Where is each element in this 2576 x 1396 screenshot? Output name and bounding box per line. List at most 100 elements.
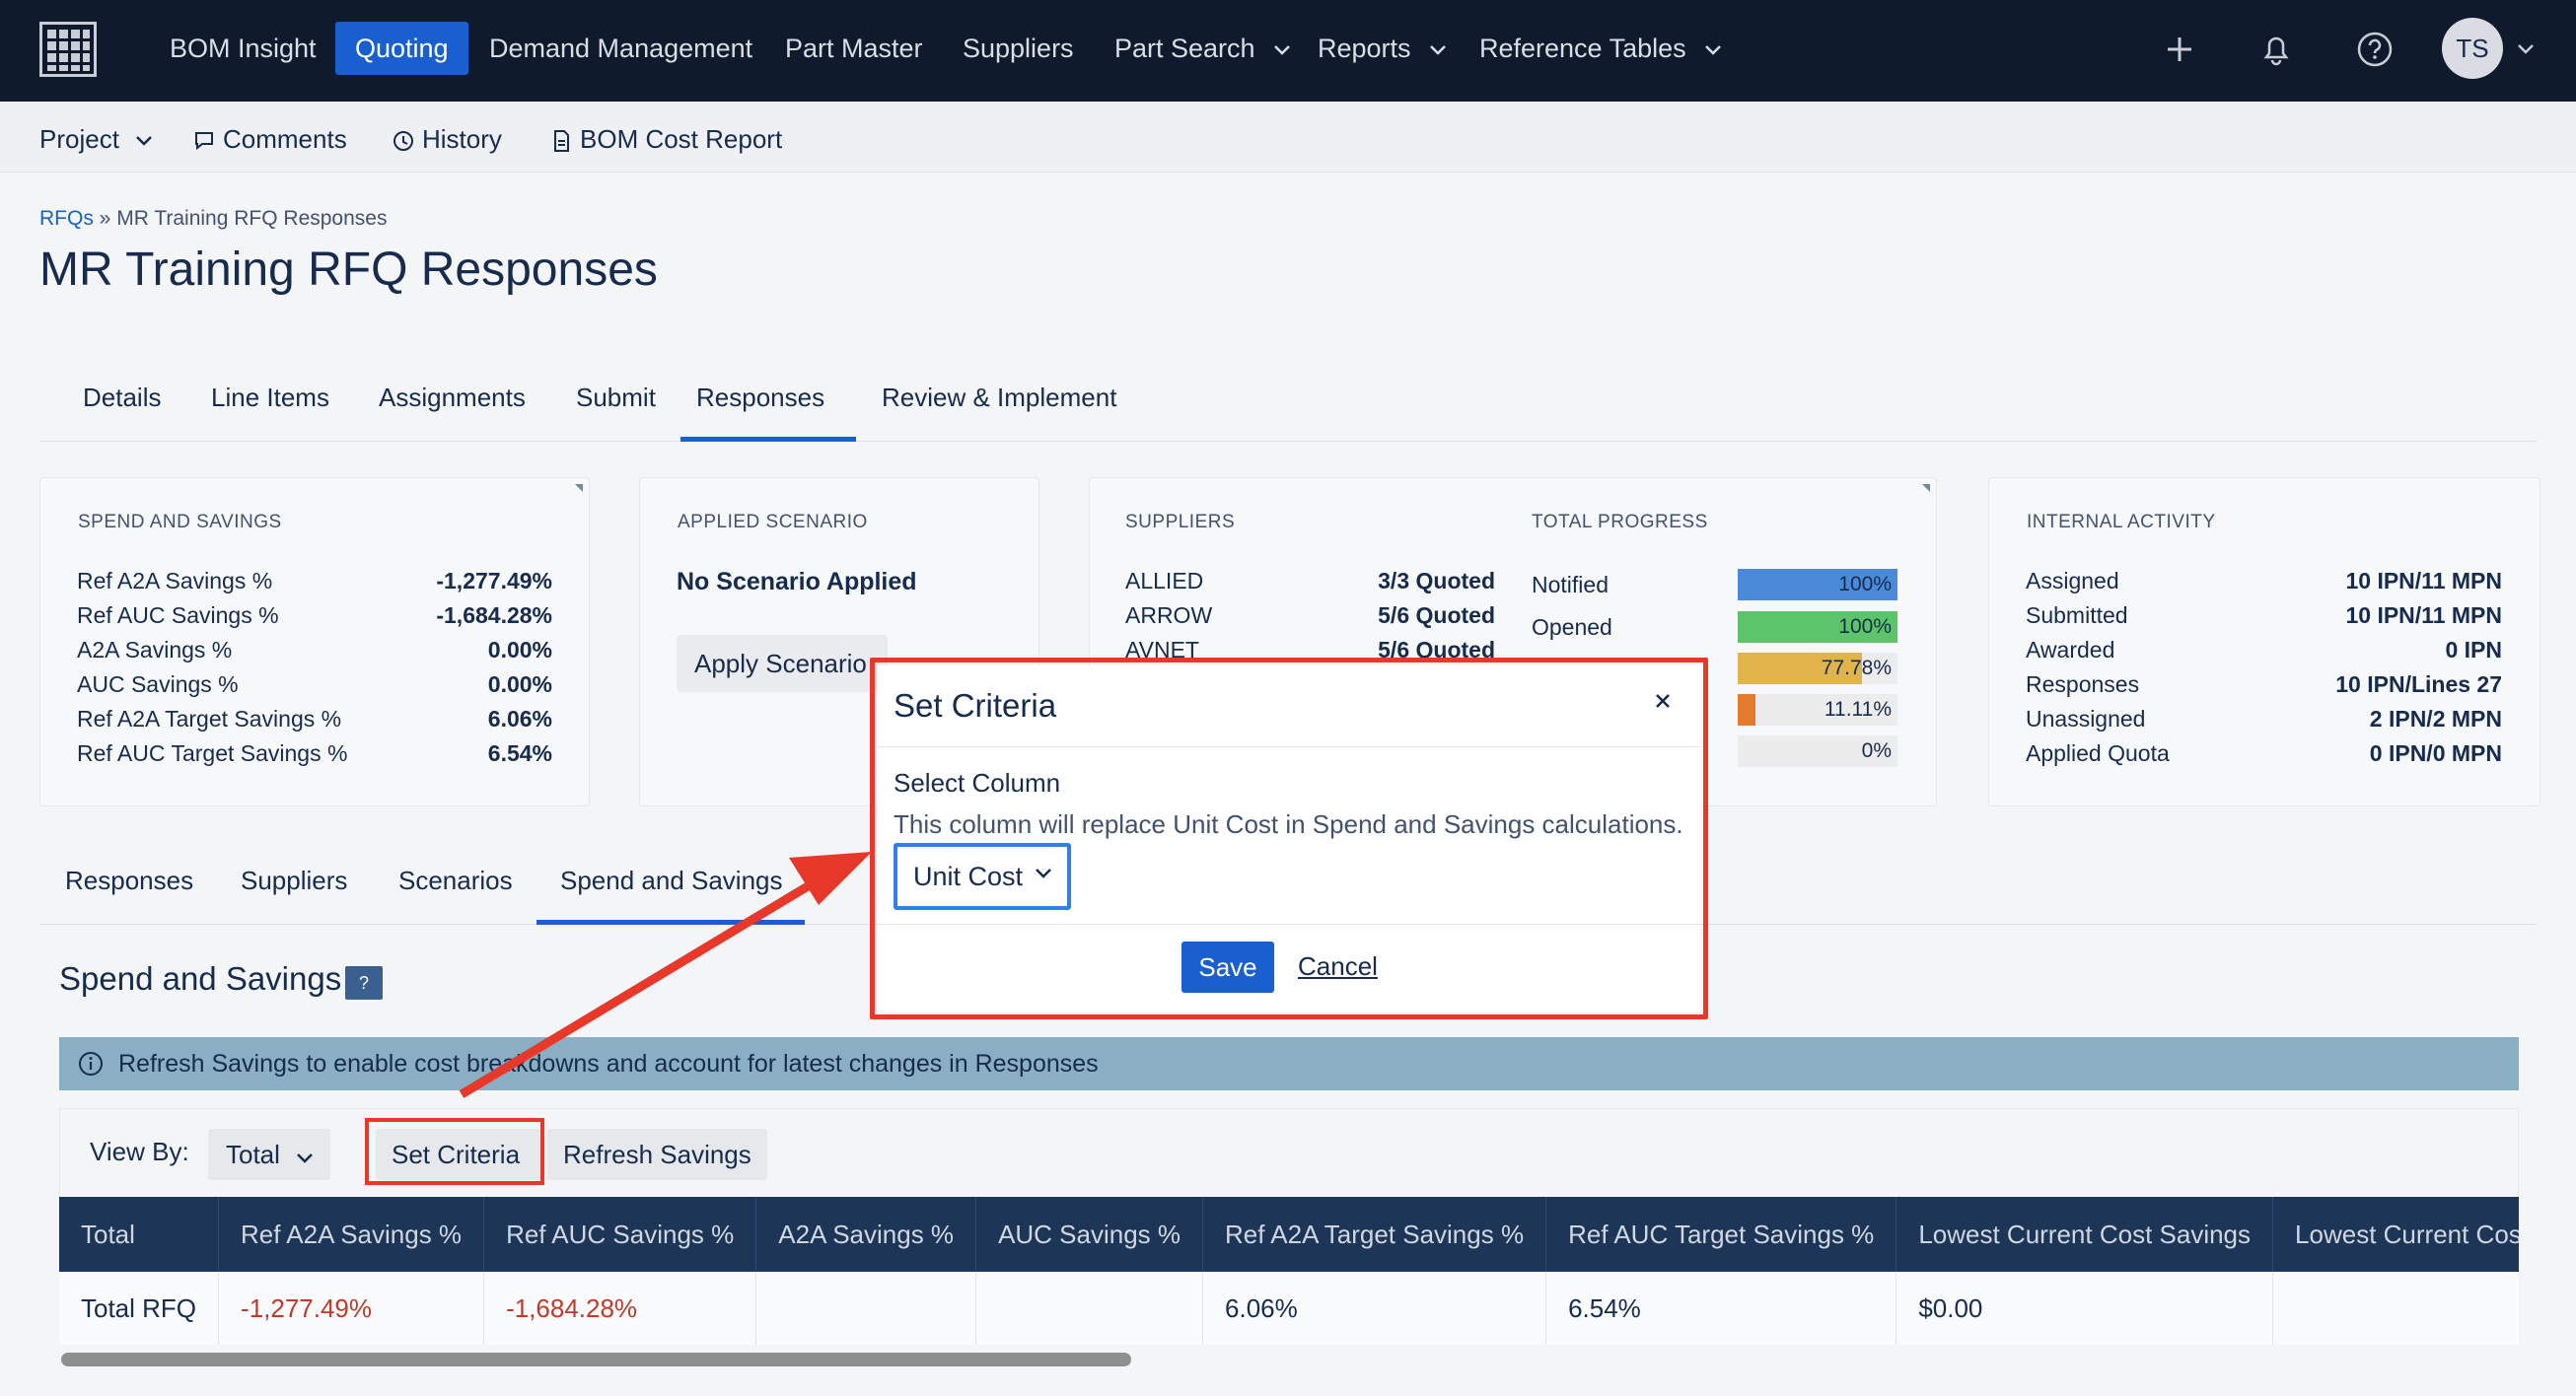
column-header[interactable]: Total [59, 1197, 220, 1272]
history-link[interactable]: History [391, 119, 502, 159]
tab-review-implement[interactable]: Review & Implement [872, 383, 1126, 442]
tab-label: Responses [65, 866, 194, 895]
activity-label: Responses [2026, 671, 2140, 697]
set-criteria-modal: Set Criteria Select Column This column w… [878, 665, 1700, 1012]
nav-bom-insight[interactable]: BOM Insight [150, 22, 336, 75]
tab-label: Review & Implement [882, 383, 1117, 412]
comments-link[interactable]: Comments [191, 119, 347, 159]
column-select-value: Unit Cost [913, 862, 1024, 891]
activity-label: Submitted [2026, 602, 2128, 628]
nav-suppliers[interactable]: Suppliers [943, 22, 1094, 75]
subtab-suppliers[interactable]: Suppliers [217, 866, 371, 925]
tab-responses[interactable]: Responses [680, 383, 856, 442]
nav-part-search[interactable]: Part Search [1095, 22, 1310, 75]
tab-label: Line Items [211, 383, 329, 412]
nav-label: Reports [1318, 34, 1411, 63]
history-label: History [422, 124, 502, 154]
tab-label: Submit [576, 383, 656, 412]
bell-icon[interactable] [2251, 24, 2302, 75]
table-cell: 6.54% [1545, 1272, 1897, 1345]
tab-line-items[interactable]: Line Items [201, 383, 339, 442]
progress-value: 100% [1838, 615, 1892, 638]
table-header-row: Total Ref A2A Savings % Ref AUC Savings … [59, 1197, 2519, 1272]
nav-part-master[interactable]: Part Master [765, 22, 943, 75]
section-title: Spend and Savings [59, 960, 342, 997]
project-menu[interactable]: Project [39, 119, 158, 159]
chevron-down-icon [1274, 44, 1290, 55]
close-icon[interactable] [1645, 683, 1681, 719]
tab-assignments[interactable]: Assignments [369, 383, 536, 442]
metric-value: -1,277.49% [436, 568, 552, 593]
nav-label: Quoting [355, 34, 449, 63]
card-title: TOTAL PROGRESS [1532, 512, 1708, 532]
progress-bar: 77.78% [1738, 653, 1897, 684]
column-header[interactable]: Ref A2A Target Savings % [1202, 1197, 1547, 1272]
column-header[interactable]: A2A Savings % [755, 1197, 977, 1272]
nav-label: Reference Tables [1479, 34, 1686, 63]
chevron-down-icon[interactable] [2517, 43, 2535, 55]
nav-label: Part Search [1114, 34, 1255, 63]
table-cell [755, 1272, 977, 1345]
save-button[interactable]: Save [1181, 942, 1274, 993]
progress-value: 11.11% [1824, 698, 1892, 721]
subtab-spend-and-savings[interactable]: Spend and Savings [537, 866, 805, 925]
progress-bar: 11.11% [1738, 694, 1897, 726]
nav-demand-management[interactable]: Demand Management [469, 22, 772, 75]
cancel-button[interactable]: Cancel [1298, 951, 1378, 982]
scenario-status: No Scenario Applied [677, 568, 917, 595]
apply-scenario-button[interactable]: Apply Scenario [677, 635, 888, 692]
refresh-savings-button[interactable]: Refresh Savings [547, 1129, 767, 1180]
tab-label: Suppliers [241, 866, 348, 895]
nav-reports[interactable]: Reports [1298, 22, 1466, 75]
column-header[interactable]: Ref AUC Savings % [483, 1197, 757, 1272]
supplier-quoted: 3/3 Quoted [1378, 568, 1495, 593]
supplier-name: ALLIED [1125, 568, 1204, 593]
help-icon[interactable] [2349, 24, 2400, 75]
divider [878, 924, 1700, 925]
activity-label: Assigned [2026, 568, 2119, 593]
subtab-responses[interactable]: Responses [41, 866, 217, 925]
plus-icon[interactable] [2154, 24, 2205, 75]
nav-label: Suppliers [963, 34, 1074, 63]
column-header[interactable]: Ref AUC Target Savings % [1545, 1197, 1897, 1272]
metric-label: Ref AUC Savings % [77, 602, 279, 628]
main-tabs: Details Line Items Assignments Submit Re… [39, 367, 2537, 442]
tab-submit[interactable]: Submit [566, 383, 666, 442]
column-header[interactable]: Lowest Current Cost Savings % [2272, 1197, 2519, 1272]
nav-quoting[interactable]: Quoting [335, 22, 468, 75]
progress-fill [1738, 694, 1755, 726]
progress-value: 77.78% [1821, 657, 1892, 679]
info-icon [79, 1052, 103, 1076]
column-select[interactable]: Unit Cost [894, 843, 1071, 910]
breadcrumb: RFQs » MR Training RFQ Responses [39, 207, 387, 231]
app-grid-logo-icon[interactable] [39, 22, 97, 77]
expand-corner-icon[interactable] [575, 484, 583, 492]
supplier-name: ARROW [1125, 602, 1213, 628]
comment-icon [195, 132, 213, 151]
tab-label: Details [83, 383, 162, 412]
view-by-value: Total [226, 1140, 280, 1169]
column-header[interactable]: Ref A2A Savings % [218, 1197, 485, 1272]
breadcrumb-rfqs-link[interactable]: RFQs [39, 207, 94, 230]
table-row: Total RFQ -1,277.49% -1,684.28% 6.06% 6.… [59, 1272, 2519, 1345]
metric-value: 0.00% [487, 671, 552, 697]
help-badge[interactable]: ? [345, 966, 383, 1000]
avatar[interactable]: TS [2442, 18, 2503, 79]
column-header[interactable]: AUC Savings % [975, 1197, 1204, 1272]
horizontal-scrollbar[interactable] [61, 1353, 1131, 1366]
breadcrumb-current: MR Training RFQ Responses [116, 207, 388, 230]
bom-cost-report-link[interactable]: BOM Cost Report [548, 119, 782, 159]
metric-label: Ref AUC Target Savings % [77, 740, 348, 766]
savings-table: Total Ref A2A Savings % Ref AUC Savings … [59, 1197, 2519, 1345]
project-subnav: Project Comments History BOM Cost Report [0, 102, 2576, 173]
expand-corner-icon[interactable] [1922, 484, 1930, 492]
table-cell: -1,684.28% [483, 1272, 757, 1345]
column-header[interactable]: Lowest Current Cost Savings [1896, 1197, 2274, 1272]
nav-reference-tables[interactable]: Reference Tables [1460, 22, 1741, 75]
chevron-down-icon [297, 1153, 314, 1163]
breadcrumb-separator: » [99, 207, 111, 230]
tab-details[interactable]: Details [73, 383, 171, 442]
activity-label: Applied Quota [2026, 740, 2170, 766]
subtab-scenarios[interactable]: Scenarios [375, 866, 537, 925]
view-by-select[interactable]: Total [208, 1129, 330, 1180]
